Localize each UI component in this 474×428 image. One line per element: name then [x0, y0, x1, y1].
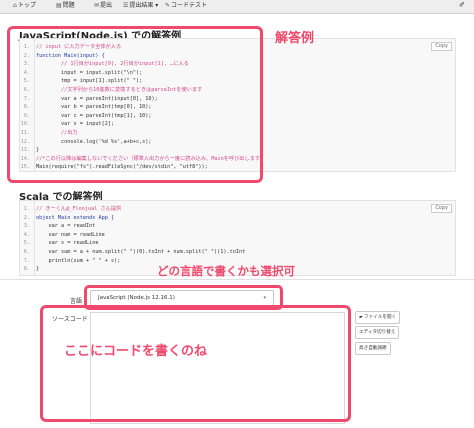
nav-submit-link[interactable]: ✉提出 — [94, 1, 112, 11]
nav-codetest-link[interactable]: ✎コードテスト — [165, 1, 207, 11]
nav-results-label: 提出結果 ▾ — [129, 2, 159, 9]
pin-icon[interactable]: ✐ — [459, 1, 465, 9]
auto-height-button[interactable]: 高さ自動調節 — [355, 342, 391, 355]
section-divider — [0, 279, 474, 280]
answer-example-highlight — [7, 26, 263, 183]
code-text: } — [36, 266, 40, 273]
code-text: var s = readLine — [36, 240, 99, 247]
home-icon: ⌂ — [13, 2, 17, 9]
nav-top-label: トップ — [17, 2, 36, 9]
copy-button[interactable]: Copy — [431, 42, 452, 51]
code-editor-highlight — [40, 305, 351, 422]
top-navigation-bar: ⌂トップ ▤問題 ✉提出 ☰提出結果 ▾ ✎コードテスト ✐ — [0, 0, 474, 14]
nav-problems-link[interactable]: ▤問題 — [56, 1, 75, 11]
code-text: // きーくん@_Floojual さん提供 — [36, 206, 122, 212]
toggle-editor-button[interactable]: エディタ切り替え — [355, 326, 400, 339]
write-code-annotation: ここにコードを書くのね — [64, 344, 208, 359]
open-file-label: ファイルを開く — [364, 315, 397, 320]
nav-results-dropdown[interactable]: ☰提出結果 ▾ — [123, 1, 158, 11]
pencil-icon: ✎ — [165, 2, 171, 9]
any-language-annotation: どの言語で書くかも選択可 — [157, 264, 295, 278]
list-icon: ☰ — [123, 2, 129, 9]
code-text: println(sum + " " + s); — [36, 257, 121, 264]
copy-button[interactable]: Copy — [431, 204, 452, 213]
answer-example-annotation: 解答例 — [275, 31, 315, 46]
code-text: var num = readLine — [36, 231, 105, 238]
language-label: 言語 — [70, 298, 83, 305]
open-file-button[interactable]: ▰ ファイルを開く — [355, 311, 401, 324]
code-text: object Main extends App { — [36, 214, 115, 221]
line-number: 8. — [23, 266, 30, 273]
nav-problems-label: 問題 — [62, 2, 75, 9]
nav-codetest-label: コードテスト — [171, 2, 208, 9]
nav-submit-label: 提出 — [100, 2, 113, 9]
submit-icon: ✉ — [94, 2, 100, 9]
document-icon: ▤ — [56, 2, 62, 9]
nav-top-link[interactable]: ⌂トップ — [13, 1, 36, 11]
code-line: 8.} — [20, 264, 39, 274]
code-text: var sum = a + num.split(" ")(0).toInt + … — [36, 249, 246, 255]
code-text: var a = readInt — [36, 223, 96, 230]
